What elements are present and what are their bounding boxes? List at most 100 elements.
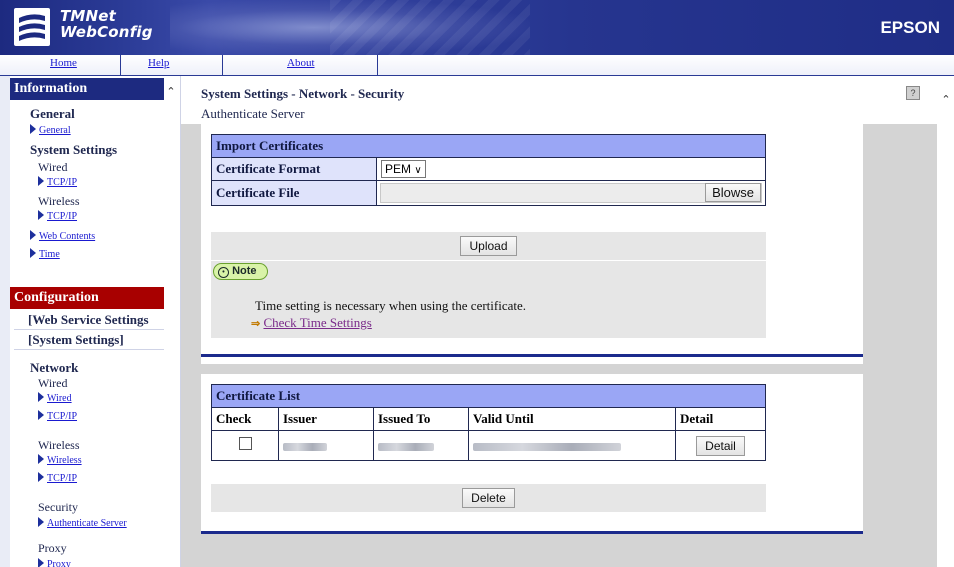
- sidebar-item-authenticate-server[interactable]: Authenticate Server: [38, 517, 127, 529]
- nav-divider: [377, 55, 378, 75]
- sidebar-net-wired-label: Wired: [38, 376, 68, 390]
- sidebar-item-wireless-tcpip[interactable]: TCP/IP: [38, 210, 77, 222]
- row-detail-cell: Detail: [675, 430, 766, 461]
- sidebar-item-net-wired[interactable]: Wired: [38, 392, 72, 404]
- sidebar-network-title: Network: [30, 360, 79, 375]
- sidebar-net-wireless-label: Wireless: [38, 438, 80, 452]
- sidebar-item-label: TCP/IP: [47, 411, 78, 422]
- certificate-format-select[interactable]: PEM ∨: [381, 160, 426, 178]
- sidebar-item-label: TCP/IP: [47, 177, 78, 188]
- certificate-list-table: Certificate List Check Issuer Issued To …: [211, 384, 766, 461]
- browse-button[interactable]: Blowse: [705, 183, 761, 202]
- sidebar-divider: [14, 349, 164, 350]
- sidebar-item-time[interactable]: Time: [30, 248, 60, 260]
- sidebar-web-service-settings[interactable]: [Web Service Settings: [28, 312, 149, 328]
- redacted-valid-until: [473, 442, 621, 451]
- sidebar-section-information: Information: [10, 78, 164, 100]
- detail-button[interactable]: Detail: [696, 435, 745, 456]
- sidebar-general-title: General: [30, 106, 75, 121]
- sidebar: Information ⌃ General General System Set…: [0, 76, 181, 567]
- page-title: System Settings - Network - Security: [201, 86, 405, 101]
- main-content: System Settings - Network - Security Aut…: [181, 76, 954, 567]
- delete-row: Delete: [211, 484, 766, 512]
- logo-text: TMNet WebConfig: [60, 8, 153, 40]
- top-nav: Home Help About: [0, 55, 954, 76]
- sidebar-security-label: Security: [38, 500, 78, 514]
- sidebar-item-label: Proxy: [47, 559, 71, 567]
- triangle-right-icon: [30, 248, 36, 258]
- triangle-right-icon: [38, 410, 44, 420]
- triangle-right-icon: [38, 454, 44, 464]
- certificate-format-cell: PEM ∨: [376, 157, 766, 181]
- arrow-right-icon: ⇒: [251, 318, 261, 330]
- column-header-issuer: Issuer: [278, 407, 374, 431]
- sidebar-item-label: Web Contents: [39, 231, 96, 242]
- nav-help-link[interactable]: Help: [148, 57, 169, 69]
- triangle-right-icon: [38, 472, 44, 482]
- page-subtitle: Authenticate Server: [201, 106, 305, 121]
- sidebar-item-label: General: [39, 125, 71, 136]
- sidebar-item-label: Authenticate Server: [47, 518, 127, 529]
- sidebar-item-proxy[interactable]: Proxy: [38, 558, 71, 567]
- sidebar-item-wired-tcpip[interactable]: TCP/IP: [38, 176, 77, 188]
- logo-line-2: WebConfig: [60, 23, 153, 41]
- sidebar-item-net-wired-tcpip[interactable]: TCP/IP: [38, 410, 77, 422]
- sidebar-item-label: Wired: [47, 393, 72, 404]
- import-certificates-table: Import Certificates Certificate Format P…: [211, 134, 766, 206]
- upload-button[interactable]: Upload: [460, 236, 517, 256]
- nav-divider: [222, 55, 223, 75]
- upload-row: Upload: [211, 232, 766, 260]
- import-table-header: Import Certificates: [211, 134, 766, 158]
- sidebar-item-net-wireless-tcpip[interactable]: TCP/IP: [38, 472, 77, 484]
- nav-home-link[interactable]: Home: [50, 57, 77, 69]
- redacted-issued-to: [378, 442, 434, 451]
- sidebar-item-web-contents[interactable]: Web Contents: [30, 230, 95, 242]
- sidebar-divider: [14, 329, 164, 330]
- content-scrollbar[interactable]: ⌃: [937, 76, 954, 567]
- check-time-settings-link[interactable]: ⇒ Check Time Settings: [251, 315, 372, 331]
- help-icon[interactable]: ?: [906, 86, 920, 100]
- sidebar-item-label: Time: [39, 249, 60, 260]
- row-check-cell: [211, 430, 279, 461]
- sidebar-item-net-wireless[interactable]: Wireless: [38, 454, 82, 466]
- sidebar-wired-label: Wired: [38, 160, 68, 174]
- sidebar-proxy-label: Proxy: [38, 541, 67, 555]
- tmnet-logo: TMNet WebConfig: [14, 6, 164, 48]
- certificate-list-panel: Certificate List Check Issuer Issued To …: [201, 374, 863, 534]
- sidebar-item-general[interactable]: General: [30, 124, 71, 136]
- triangle-right-icon: [38, 176, 44, 186]
- app-header: TMNet WebConfig EPSON: [0, 0, 954, 55]
- triangle-right-icon: [30, 230, 36, 240]
- delete-button[interactable]: Delete: [462, 488, 515, 508]
- note-text: Time setting is necessary when using the…: [255, 298, 527, 313]
- nav-about-link[interactable]: About: [287, 57, 315, 69]
- certificate-format-label: Certificate Format: [211, 157, 377, 181]
- upload-note-area: Upload • Note Time setting is necessary …: [211, 232, 766, 338]
- sidebar-edge: [0, 76, 10, 567]
- triangle-right-icon: [30, 124, 36, 134]
- note-icon: •: [218, 267, 229, 278]
- logo-line-1: TMNet: [60, 7, 117, 25]
- column-header-valid-until: Valid Until: [468, 407, 676, 431]
- chevron-down-icon: ∨: [414, 165, 422, 176]
- check-time-settings-label: Check Time Settings: [263, 315, 372, 330]
- sidebar-scroll-up-icon[interactable]: ⌃: [165, 86, 177, 98]
- section-divider: [201, 354, 863, 357]
- sidebar-section-configuration: Configuration: [10, 287, 164, 309]
- note-label: Note: [232, 265, 257, 277]
- logo-icon: [14, 8, 50, 46]
- row-issuer-cell: [278, 430, 374, 461]
- redacted-issuer: [283, 442, 327, 451]
- sidebar-system-settings-bracket[interactable]: [System Settings]: [28, 332, 124, 348]
- row-valid-until-cell: [468, 430, 676, 461]
- certificate-list-header: Certificate List: [211, 384, 766, 408]
- content-header: System Settings - Network - Security Aut…: [181, 76, 954, 124]
- row-checkbox[interactable]: [238, 437, 252, 450]
- header-pattern-decoration: [330, 0, 530, 55]
- sidebar-item-label: Wireless: [47, 455, 82, 466]
- triangle-right-icon: [38, 517, 44, 527]
- table-row: Detail: [211, 430, 766, 461]
- certificate-file-input[interactable]: Blowse: [380, 183, 762, 203]
- content-scroll-up-icon[interactable]: ⌃: [940, 94, 952, 106]
- nav-divider: [120, 55, 121, 75]
